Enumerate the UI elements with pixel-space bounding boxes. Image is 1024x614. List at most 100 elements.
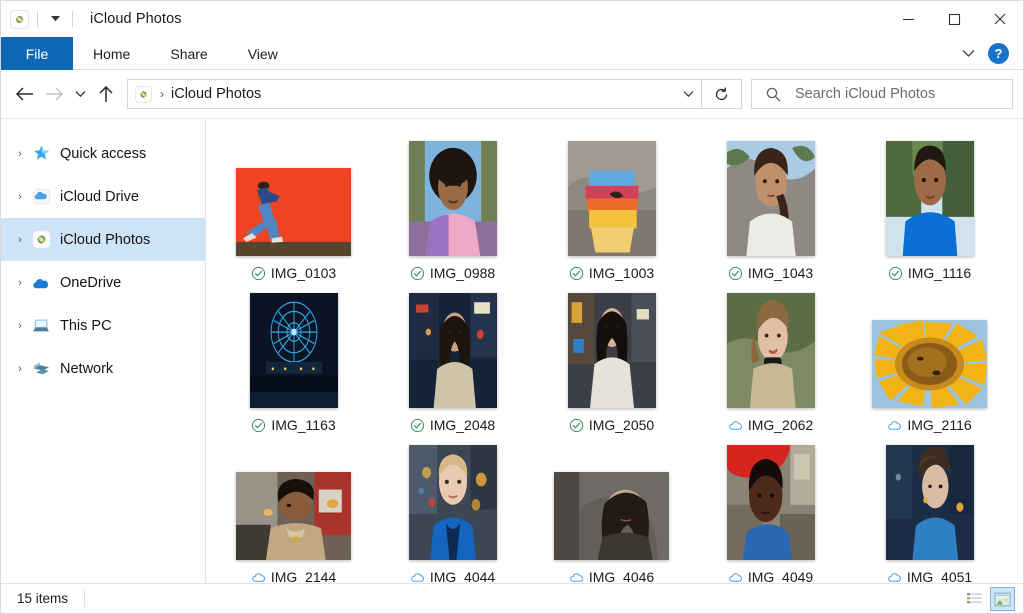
chevron-right-icon[interactable]: › — [9, 320, 31, 332]
file-item[interactable]: IMG_0988 — [373, 133, 532, 285]
file-name: IMG_2048 — [430, 417, 495, 433]
file-label: IMG_1163 — [251, 415, 335, 435]
file-explorer-window: iCloud Photos File Home Share View ? — [0, 0, 1024, 614]
thumbnail-container — [850, 437, 1009, 567]
sidebar-item-onedrive[interactable]: › OneDrive — [1, 261, 205, 304]
file-label: IMG_2144 — [251, 567, 336, 583]
back-button[interactable] — [9, 78, 39, 110]
large-icons-view-button[interactable] — [990, 587, 1015, 611]
refresh-button[interactable] — [702, 79, 742, 109]
thumbnail-container — [373, 133, 532, 263]
photo-thumbnail[interactable] — [568, 141, 656, 256]
green-check-circle-icon — [569, 266, 584, 281]
green-check-circle-icon — [410, 266, 425, 281]
file-item[interactable]: IMG_4044 — [373, 437, 532, 583]
tab-home[interactable]: Home — [73, 37, 150, 70]
breadcrumb[interactable]: › iCloud Photos — [127, 79, 702, 109]
icloud-drive-icon — [31, 187, 51, 207]
sidebar-item-label: This PC — [60, 318, 112, 334]
file-item[interactable]: IMG_1163 — [214, 285, 373, 437]
photo-thumbnail[interactable] — [727, 445, 815, 560]
file-item[interactable]: IMG_2050 — [532, 285, 691, 437]
close-button[interactable] — [977, 1, 1023, 37]
network-icon — [31, 359, 51, 379]
breadcrumb-separator: › — [160, 87, 164, 101]
file-name: IMG_0988 — [430, 265, 495, 281]
file-item[interactable]: IMG_0103 — [214, 133, 373, 285]
file-item[interactable]: IMG_2116 — [850, 285, 1009, 437]
blue-cloud-icon — [887, 570, 902, 584]
file-name: IMG_2050 — [589, 417, 654, 433]
minimize-button[interactable] — [885, 1, 931, 37]
chevron-right-icon[interactable]: › — [9, 148, 31, 160]
photo-thumbnail[interactable] — [727, 293, 815, 408]
file-item[interactable]: IMG_2062 — [691, 285, 850, 437]
sidebar-item-icloud-photos[interactable]: › — [1, 218, 205, 261]
star-pin-icon — [31, 144, 51, 164]
file-name: IMG_0103 — [271, 265, 336, 281]
quick-access-toolbar-dropdown[interactable] — [46, 10, 64, 28]
file-item[interactable]: IMG_4049 — [691, 437, 850, 583]
file-name: IMG_4049 — [748, 569, 813, 583]
onedrive-cloud-icon — [31, 273, 51, 293]
window-title: iCloud Photos — [90, 11, 182, 27]
chevron-right-icon[interactable]: › — [9, 363, 31, 375]
blue-cloud-icon — [410, 570, 425, 584]
sidebar-item-quick-access[interactable]: › Quick access — [1, 132, 205, 175]
chevron-right-icon[interactable]: › — [9, 277, 31, 289]
photo-thumbnail[interactable] — [409, 141, 497, 256]
photo-thumbnail[interactable] — [886, 141, 974, 256]
green-check-circle-icon — [888, 266, 903, 281]
maximize-button[interactable] — [931, 1, 977, 37]
file-item[interactable]: IMG_2144 — [214, 437, 373, 583]
file-list-pane[interactable]: IMG_0103 IMG_0988 IMG_1003 IMG_1043IMG_1116… — [206, 119, 1023, 583]
photo-thumbnail[interactable] — [727, 141, 815, 256]
help-button[interactable]: ? — [988, 43, 1009, 64]
file-item[interactable]: IMG_1043 — [691, 133, 850, 285]
forward-button[interactable] — [39, 78, 69, 110]
thumbnail-container — [850, 285, 1009, 415]
green-check-circle-icon — [410, 418, 425, 433]
file-item[interactable]: IMG_4046 — [532, 437, 691, 583]
file-item[interactable]: IMG_1003 — [532, 133, 691, 285]
file-label: IMG_4046 — [569, 567, 654, 583]
photo-thumbnail[interactable] — [250, 293, 338, 408]
sidebar-item-this-pc[interactable]: › This PC — [1, 304, 205, 347]
status-divider — [84, 590, 85, 607]
breadcrumb-dropdown-icon[interactable] — [675, 80, 701, 108]
tab-share[interactable]: Share — [150, 37, 227, 70]
file-name: IMG_4051 — [907, 569, 972, 583]
chevron-down-icon[interactable] — [954, 40, 982, 68]
window-controls — [885, 1, 1023, 37]
photo-thumbnail[interactable] — [872, 320, 987, 408]
file-label: IMG_4049 — [728, 567, 813, 583]
up-button[interactable] — [91, 78, 121, 110]
apple-photos-icon[interactable] — [10, 10, 29, 29]
photo-thumbnail[interactable] — [568, 293, 656, 408]
file-label: IMG_4051 — [887, 567, 972, 583]
photo-thumbnail[interactable] — [409, 445, 497, 560]
file-name: IMG_1003 — [589, 265, 654, 281]
file-item[interactable]: IMG_4051 — [850, 437, 1009, 583]
tab-view[interactable]: View — [228, 37, 298, 70]
sidebar-item-label: Network — [60, 361, 113, 377]
chevron-right-icon[interactable]: › — [9, 191, 31, 203]
photo-thumbnail[interactable] — [554, 472, 669, 560]
recent-locations-button[interactable] — [69, 78, 91, 110]
file-item[interactable]: IMG_2048 — [373, 285, 532, 437]
sidebar-item-label: iCloud Photos — [60, 232, 150, 248]
file-label: IMG_0103 — [251, 263, 336, 283]
photo-thumbnail[interactable] — [409, 293, 497, 408]
chevron-right-icon[interactable]: › — [9, 234, 31, 246]
photo-thumbnail[interactable] — [886, 445, 974, 560]
thumbnail-container — [691, 437, 850, 567]
sidebar-item-icloud-drive[interactable]: › iCloud Drive — [1, 175, 205, 218]
search-input[interactable]: Search iCloud Photos — [751, 79, 1013, 109]
file-item[interactable]: IMG_1116 — [850, 133, 1009, 285]
file-label: IMG_2062 — [728, 415, 813, 435]
details-view-button[interactable] — [962, 587, 987, 611]
tab-file[interactable]: File — [1, 37, 73, 70]
sidebar-item-network[interactable]: › Network — [1, 347, 205, 390]
photo-thumbnail[interactable] — [236, 168, 351, 256]
photo-thumbnail[interactable] — [236, 472, 351, 560]
